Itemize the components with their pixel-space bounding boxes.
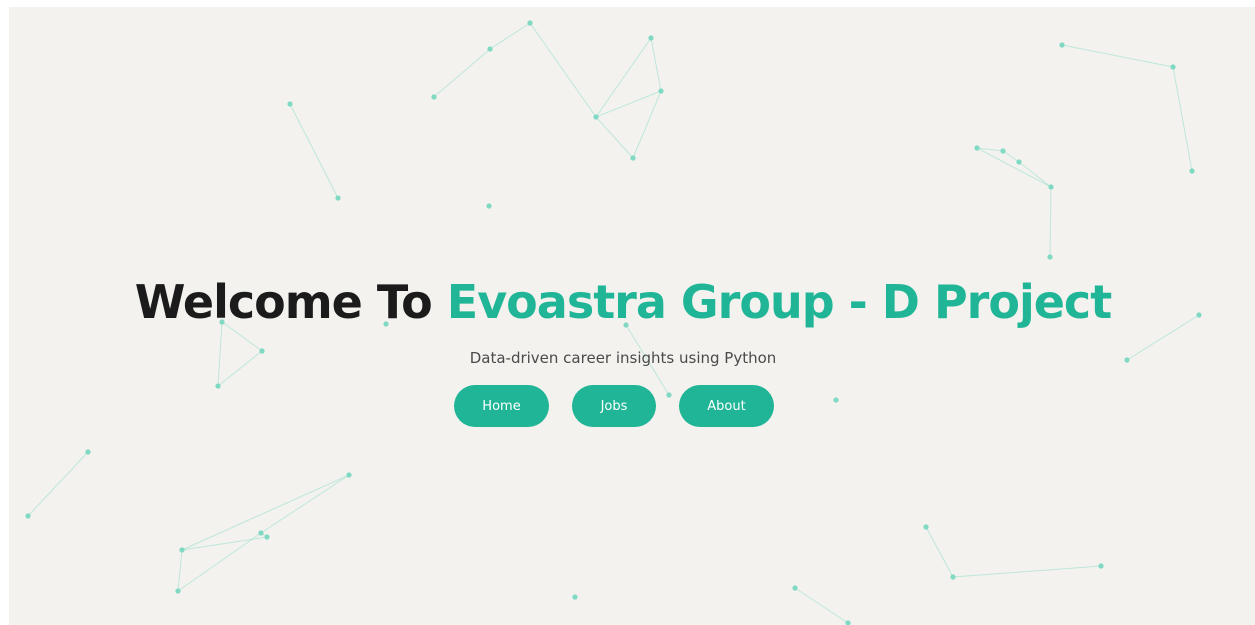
particle-link (1002, 150, 1020, 163)
particle-link (27, 451, 89, 517)
particle-node (974, 145, 980, 151)
jobs-button[interactable]: Jobs (572, 385, 656, 427)
particle-link (433, 48, 491, 98)
particle-link (1049, 186, 1052, 258)
particle-link (976, 147, 1052, 188)
particle-node (179, 547, 185, 553)
particle-link (177, 532, 262, 592)
particle-node (175, 588, 181, 594)
particle-link (1172, 66, 1193, 172)
particle-node (264, 534, 270, 540)
particle-node (630, 155, 636, 161)
particle-link (1061, 44, 1174, 68)
about-button[interactable]: About (679, 385, 774, 427)
title-prefix: Welcome To (134, 275, 447, 329)
page-subtitle: Data-driven career insights using Python (469, 349, 777, 367)
particle-node (85, 449, 91, 455)
particle-node (431, 94, 437, 100)
particle-node (950, 574, 956, 580)
particle-node (486, 203, 492, 209)
particle-node (593, 114, 599, 120)
particle-node (335, 195, 341, 201)
particle-link (260, 474, 350, 534)
particle-link (650, 37, 662, 92)
particle-node (658, 88, 664, 94)
particle-node (1048, 184, 1054, 190)
particle-node (1000, 148, 1006, 154)
title-highlight: Evoastra Group - D Project (446, 275, 1112, 329)
particle-node (792, 585, 798, 591)
particle-node (845, 620, 851, 625)
particle-node (258, 530, 264, 536)
particle-node (833, 397, 839, 403)
particle-node (572, 594, 578, 600)
particle-link (595, 37, 652, 118)
particle-node (215, 383, 221, 389)
particle-node (487, 46, 493, 52)
particle-link (181, 536, 268, 551)
particle-node (1047, 254, 1053, 260)
particle-link (529, 22, 597, 118)
particle-link (952, 565, 1102, 578)
particle-link (489, 22, 531, 50)
particle-node (1189, 168, 1195, 174)
page-title: Welcome To Evoastra Group - D Project (9, 274, 1237, 330)
nav-buttons: Home Jobs About (454, 385, 774, 427)
particle-node (1059, 42, 1065, 48)
particle-node (1170, 64, 1176, 70)
particle-link (794, 587, 849, 624)
particle-node (648, 35, 654, 41)
particle-link (289, 103, 339, 199)
hero-section: Welcome To Evoastra Group - D Project Da… (9, 7, 1255, 625)
particle-node (1016, 159, 1022, 165)
particle-link (595, 116, 634, 159)
particle-node (287, 101, 293, 107)
particle-node (923, 524, 929, 530)
particle-node (527, 20, 533, 26)
particle-link (177, 549, 183, 592)
particle-node (25, 513, 31, 519)
home-button[interactable]: Home (454, 385, 549, 427)
particle-node (1098, 563, 1104, 569)
particle-link (925, 526, 954, 578)
particle-link (1018, 161, 1052, 188)
particle-node (346, 472, 352, 478)
